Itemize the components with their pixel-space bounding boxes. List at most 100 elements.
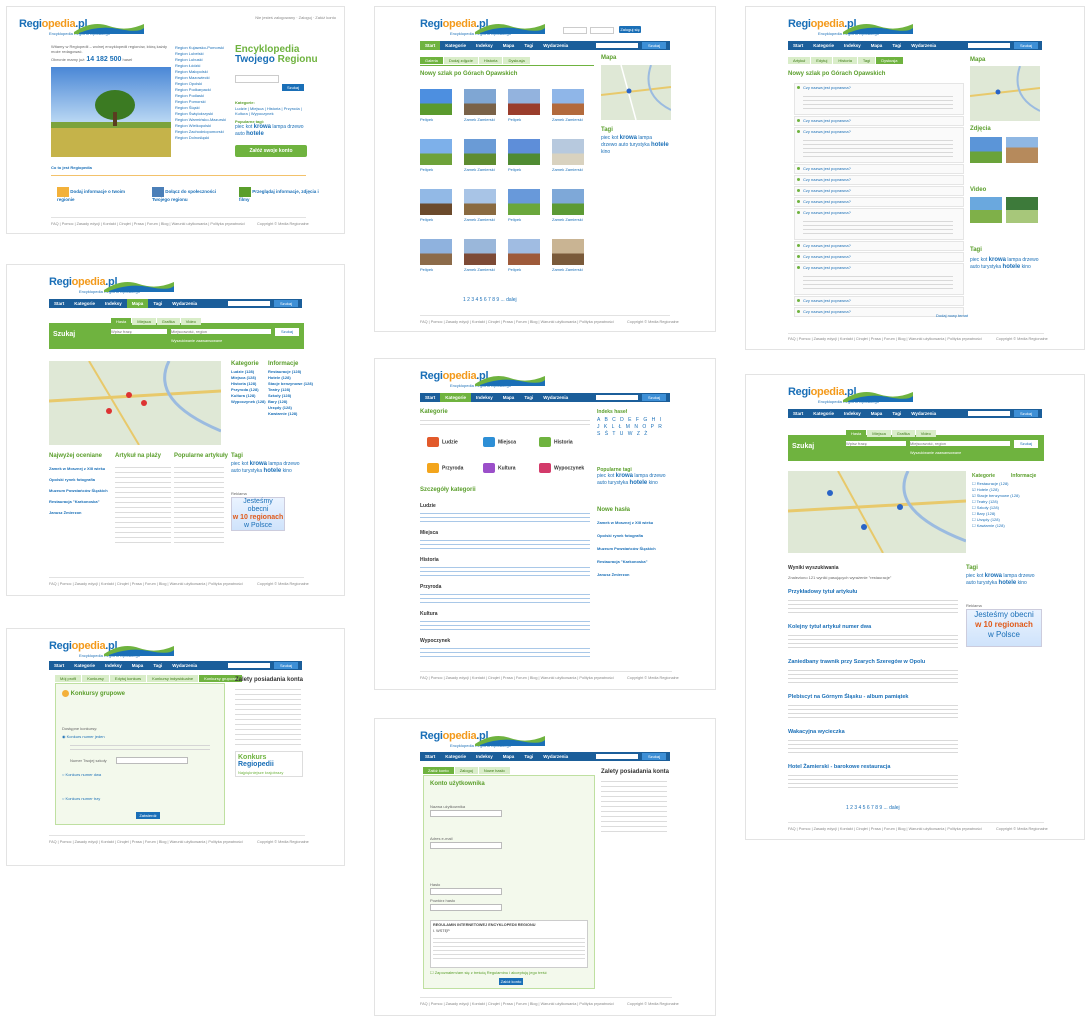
photo-caption[interactable]: Zamek Zamierski	[464, 267, 495, 272]
nav-indeksy[interactable]: Indeksy	[839, 409, 866, 418]
nav-mapa[interactable]: Mapa	[127, 661, 149, 670]
thread-item[interactable]: Czy nazwa jest poprawna?	[794, 208, 964, 240]
search-place-input[interactable]	[910, 441, 1010, 446]
tag-link[interactable]: kot	[612, 135, 619, 141]
photo-thumbnail[interactable]	[508, 139, 540, 165]
accept-rules-checkbox[interactable]: ☐ Zapoznałem/am się z treścią Regulaminu…	[430, 970, 547, 975]
result-title[interactable]: Wakacyjna wycieczka	[788, 729, 845, 735]
nav-tagi[interactable]: Tagi	[519, 41, 538, 50]
tag-link[interactable]: auto	[619, 142, 629, 148]
rated-item[interactable]: Muzeum Powstańców Śląskich	[49, 485, 108, 496]
photo-thumbnail[interactable]	[970, 137, 1002, 163]
tab-historia[interactable]: Historia	[833, 57, 857, 64]
nav-search-input[interactable]	[596, 753, 638, 759]
tag-link[interactable]: hotele	[246, 131, 264, 137]
photo-caption[interactable]: Pelipek	[420, 217, 433, 222]
password-field[interactable]	[590, 27, 614, 34]
tag-link[interactable]: auto	[966, 580, 976, 586]
category-link[interactable]: Wypoczynek (128)	[231, 399, 266, 405]
tag-link[interactable]: kino	[283, 468, 292, 474]
search-results-map[interactable]	[49, 361, 221, 445]
footer-links[interactable]: FAQ | Pomoc | Zasady edycji | Kontakt | …	[49, 840, 243, 844]
tag-link[interactable]: hotele	[264, 468, 282, 474]
footer-links[interactable]: FAQ | Pomoc | Zasady edycji | Kontakt | …	[788, 827, 982, 831]
nav-tagi[interactable]: Tagi	[148, 299, 167, 308]
photo-caption[interactable]: Pelipek	[420, 267, 433, 272]
tab-historia[interactable]: Historia	[478, 57, 503, 64]
tag-link[interactable]: auto	[597, 480, 607, 486]
nav-wydarzenia[interactable]: Wydarzenia	[906, 409, 941, 418]
photo-caption[interactable]: Pelipek	[508, 267, 521, 272]
create-account-button[interactable]: Załóż swoje konto	[235, 145, 307, 157]
nav-start[interactable]: Start	[420, 41, 441, 50]
info-link[interactable]: Kawiarnie (128)	[268, 411, 313, 417]
tag-link[interactable]: piec	[597, 473, 606, 479]
tag-link[interactable]: turystyka	[977, 580, 997, 586]
tag-link[interactable]: krowa	[616, 473, 633, 479]
nav-mapa[interactable]: Mapa	[126, 299, 149, 308]
new-topic-link[interactable]: Dodaj nowy temat	[936, 313, 968, 318]
site-logo[interactable]: Regiopedia.pl Encyklopedia Regionu Opols…	[420, 368, 545, 388]
footer-links[interactable]: FAQ | Pomoc | Zasady edycji | Kontakt | …	[51, 222, 245, 226]
search-button[interactable]: Szukaj	[275, 328, 299, 336]
nav-search-button[interactable]: Szukaj	[642, 394, 666, 401]
nav-tagi[interactable]: Tagi	[519, 752, 538, 761]
contest-option[interactable]: ○ Konkurs numer trzy	[62, 796, 100, 801]
nav-indeksy[interactable]: Indeksy	[471, 393, 498, 402]
advanced-search-link[interactable]: Wyszukiwanie zaawansowane	[171, 339, 222, 343]
login-field[interactable]	[563, 27, 587, 34]
photo-caption[interactable]: Pelipek	[508, 217, 521, 222]
nav-mapa[interactable]: Mapa	[498, 752, 520, 761]
home-search-input[interactable]	[235, 75, 279, 83]
tab-video[interactable]: Video	[915, 430, 936, 437]
categories-links[interactable]: Ludzie | Miejsca | Historia | Przyroda |…	[235, 106, 303, 116]
photo-thumbnail[interactable]	[1006, 137, 1038, 163]
footer-links[interactable]: FAQ | Pomoc | Zasady edycji | Kontakt | …	[420, 1002, 614, 1006]
category-group-links[interactable]	[420, 564, 590, 576]
tag-link[interactable]: krowa	[254, 124, 271, 130]
category-tile[interactable]: Miejsca	[483, 437, 516, 447]
nav-kategorie[interactable]: Kategorie	[440, 41, 471, 50]
tab-miejsca[interactable]: Miejsca	[132, 318, 156, 325]
sidebar-map[interactable]	[970, 66, 1040, 121]
tab-edytuj[interactable]: Edytuj	[811, 57, 833, 64]
thread-item[interactable]: Czy nazwa jest poprawna?	[794, 127, 964, 163]
tab-edytuj-konkurs[interactable]: Edytuj konkurs	[109, 675, 147, 682]
tab-dyskusja[interactable]: Dyskusja	[876, 57, 903, 64]
tag-link[interactable]: lampa	[634, 473, 648, 479]
photo-thumbnail[interactable]	[508, 89, 540, 115]
tab-indywidualne[interactable]: Konkursy indywidualne	[147, 675, 199, 682]
rated-item[interactable]: Opolski rynek fotografia	[49, 474, 108, 485]
tag-link[interactable]: piec	[966, 573, 975, 579]
tab-video[interactable]: Video	[180, 318, 201, 325]
nav-search-button[interactable]: Szukaj	[274, 300, 298, 307]
nav-indeksy[interactable]: Indeksy	[471, 752, 498, 761]
tag-link[interactable]: auto	[970, 264, 980, 270]
site-logo[interactable]: Regiopedia.pl Encyklopedia Regionu Opols…	[19, 16, 144, 36]
nav-indeksy[interactable]: Indeksy	[100, 299, 127, 308]
tab-dodaj-zdjecie[interactable]: Dodaj zdjęcie	[443, 57, 478, 64]
photo-thumbnail[interactable]	[464, 189, 496, 215]
tag-link[interactable]: piec	[601, 135, 610, 141]
tag-link[interactable]: kot	[981, 257, 988, 263]
nav-indeksy[interactable]: Indeksy	[100, 661, 127, 670]
tag-link[interactable]: turystyka	[242, 468, 262, 474]
feature-add[interactable]: Dodaj informacje o twoim regionie	[57, 187, 137, 202]
search-button[interactable]: Szukaj	[1014, 440, 1038, 448]
footer-links[interactable]: FAQ | Pomoc | Zasady edycji | Kontakt | …	[420, 320, 614, 324]
photo-thumbnail[interactable]	[464, 239, 496, 265]
photo-thumbnail[interactable]	[552, 189, 584, 215]
tab-profil[interactable]: Mój profil	[55, 675, 82, 682]
footer-links[interactable]: FAQ | Pomoc | Zasady edycji | Kontakt | …	[49, 582, 243, 586]
tab-konkursy[interactable]: Konkursy	[82, 675, 109, 682]
nav-wydarzenia[interactable]: Wydarzenia	[906, 41, 941, 50]
nav-start[interactable]: Start	[788, 41, 808, 50]
nav-search-button[interactable]: Szukaj	[1014, 42, 1038, 49]
tab-hasla[interactable]: Hasła	[846, 430, 867, 437]
search-phrase-input[interactable]	[846, 441, 906, 446]
site-logo[interactable]: Regiopedia.pl Encyklopedia Regionu Opols…	[420, 728, 545, 748]
tag-link[interactable]: auto	[235, 131, 245, 137]
tab-artykul[interactable]: Artykuł	[788, 57, 811, 64]
tag-cloud[interactable]: piec kot krowa lampa drzewo auto turysty…	[597, 473, 667, 487]
nav-search-input[interactable]	[596, 42, 638, 48]
